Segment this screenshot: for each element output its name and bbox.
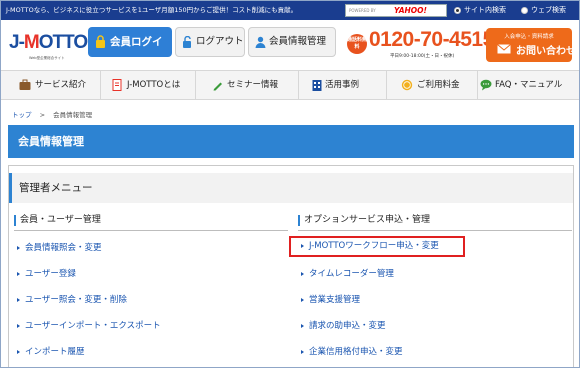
page-title: 会員情報管理 xyxy=(18,135,84,148)
building-icon xyxy=(312,80,322,91)
link-workflow-apply[interactable]: J-MOTTOワークフロー申込・変更 xyxy=(289,236,465,257)
arrow-right-icon xyxy=(17,350,20,354)
pen-icon xyxy=(213,82,222,91)
yahoo-logo: YAHOO! xyxy=(394,6,427,15)
unlock-icon xyxy=(183,36,191,48)
member-login-button[interactable]: 会員ログイン xyxy=(88,27,172,78)
heading-accent-bar xyxy=(14,215,16,226)
option-service-heading: オプションサービス申込・管理 xyxy=(298,214,572,231)
web-search-label[interactable]: ウェブ検索 xyxy=(531,1,566,20)
logo-wordmark: J-MOTTO xyxy=(9,32,88,53)
admin-menu-accent-bar xyxy=(9,173,12,203)
admin-menu-header: 管理者メニュー xyxy=(9,173,573,203)
contact-button[interactable]: 入会申込・資料請求 お問い合わせ xyxy=(486,28,576,62)
coin-icon xyxy=(401,79,413,91)
jmotto-logo[interactable]: J-MOTTO Web型企業総合サイト xyxy=(9,26,88,66)
page-frame: J-MOTTOなら、ビジネスに役立つサービスを1ユーザ月額150円からご提供！コ… xyxy=(0,0,580,368)
notice-text: J-MOTTOなら、ビジネスに役立つサービスを1ユーザ月額150円からご提供！コ… xyxy=(6,6,298,14)
breadcrumb-separator: > xyxy=(39,111,46,119)
logout-button[interactable]: ログアウト xyxy=(175,27,245,57)
lock-icon xyxy=(96,35,105,48)
site-header: J-MOTTO Web型企業総合サイト 会員ログイン ログアウト 会員情報管理 xyxy=(1,20,579,78)
nav-item-about[interactable]: J-MOTTOとは xyxy=(101,71,196,99)
site-search-radio[interactable] xyxy=(454,7,461,14)
site-search-label[interactable]: サイト内検索 xyxy=(464,1,506,20)
arrow-right-icon xyxy=(301,272,304,276)
heading-accent-bar xyxy=(298,215,300,226)
contact-sub-label: 入会申込・資料請求 xyxy=(504,34,554,40)
contact-main-label: お問い合わせ xyxy=(516,46,576,57)
search-input[interactable]: POWERED BY YAHOO! xyxy=(345,4,447,17)
admin-menu-title: 管理者メニュー xyxy=(19,182,93,194)
arrow-right-icon xyxy=(301,350,304,354)
arrow-right-icon xyxy=(17,298,20,302)
nav-item-service[interactable]: サービス紹介 xyxy=(1,71,101,99)
phone-hours: 平日9:00-18:00(土・日・祝休) xyxy=(390,54,455,59)
web-search-radio[interactable] xyxy=(521,7,528,14)
page-title-bar: 会員情報管理 xyxy=(8,125,574,158)
arrow-right-icon xyxy=(301,244,304,248)
breadcrumb: トップ > 会員情報管理 xyxy=(12,109,92,119)
briefcase-icon xyxy=(19,79,31,90)
breadcrumb-current: 会員情報管理 xyxy=(53,111,93,119)
arrow-right-icon xyxy=(17,324,20,328)
nav-item-cases[interactable]: 活用事例 xyxy=(299,71,387,99)
mail-icon xyxy=(497,44,511,54)
logo-tagline: Web型企業総合サイト xyxy=(29,56,65,60)
breadcrumb-home[interactable]: トップ xyxy=(12,111,32,119)
speech-bubble-icon xyxy=(480,79,492,91)
member-user-heading: 会員・ユーザー管理 xyxy=(14,214,288,231)
user-icon xyxy=(255,36,266,48)
admin-menu-panel: 管理者メニュー 会員・ユーザー管理 会員情報照会・変更 ユーザー登録 ユーザー照… xyxy=(8,165,574,367)
top-notice-bar: J-MOTTOなら、ビジネスに役立つサービスを1ユーザ月額150円からご提供！コ… xyxy=(1,1,579,20)
nav-item-seminar[interactable]: セミナー情報 xyxy=(196,71,299,99)
member-info-button[interactable]: 会員情報管理 xyxy=(248,27,336,57)
powered-by-label: POWERED BY xyxy=(349,8,376,13)
document-icon xyxy=(112,79,122,91)
toll-free-badge: 通話料無料 xyxy=(347,34,367,54)
arrow-right-icon xyxy=(301,324,304,328)
nav-item-pricing[interactable]: ご利用料金 xyxy=(387,71,478,99)
arrow-right-icon xyxy=(17,246,20,250)
phone-number: 0120-70-4515 xyxy=(369,28,494,51)
nav-item-faq[interactable]: FAQ・マニュアル xyxy=(478,71,579,99)
arrow-right-icon xyxy=(301,298,304,302)
main-nav: サービス紹介 J-MOTTOとは セミナー情報 活用事例 ご利用料金 FAQ・マ… xyxy=(1,70,579,100)
arrow-right-icon xyxy=(17,272,20,276)
